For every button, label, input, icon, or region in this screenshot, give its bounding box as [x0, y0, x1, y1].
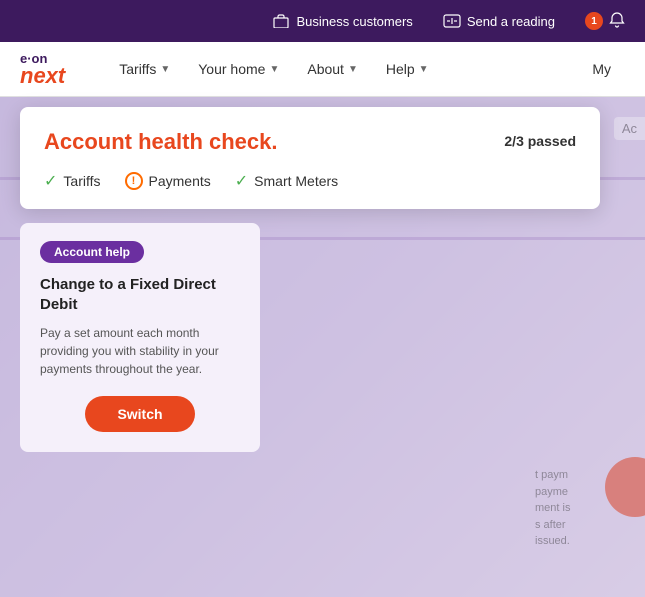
send-reading-link[interactable]: Send a reading — [443, 12, 555, 30]
nav-my[interactable]: My — [578, 61, 625, 77]
business-customers-link[interactable]: Business customers — [272, 12, 412, 30]
modal-overlay: Account health check. 2/3 passed ✓ Tarif… — [0, 97, 645, 597]
nav-your-home[interactable]: Your home ▼ — [184, 42, 293, 97]
tariffs-label: Tariffs — [119, 61, 156, 77]
check-icon-tariffs: ✓ — [44, 171, 57, 191]
smart-meters-health-label: Smart Meters — [254, 173, 338, 189]
send-reading-label: Send a reading — [467, 14, 555, 29]
health-check-title: Account health check. — [44, 129, 278, 155]
help-label: Help — [386, 61, 415, 77]
notifications-link[interactable]: 1 — [585, 12, 625, 31]
notification-badge: 1 — [585, 12, 603, 30]
business-customers-label: Business customers — [296, 14, 412, 29]
health-item-smart-meters: ✓ Smart Meters — [235, 171, 338, 191]
my-label: My — [592, 61, 611, 77]
health-items: ✓ Tariffs ! Payments ✓ Smart Meters — [44, 171, 576, 191]
health-check-card: Account health check. 2/3 passed ✓ Tarif… — [20, 107, 600, 209]
health-item-payments: ! Payments — [125, 172, 211, 190]
check-icon-smart-meters: ✓ — [235, 171, 248, 191]
health-header: Account health check. 2/3 passed — [44, 129, 576, 155]
payments-health-label: Payments — [149, 173, 211, 189]
about-label: About — [307, 61, 344, 77]
nav-tariffs[interactable]: Tariffs ▼ — [105, 42, 184, 97]
account-help-card: Account help Change to a Fixed Direct De… — [20, 223, 260, 452]
briefcase-icon — [272, 12, 290, 30]
help-chevron-icon: ▼ — [419, 64, 429, 75]
your-home-label: Your home — [198, 61, 265, 77]
help-card-desc: Pay a set amount each month providing yo… — [40, 324, 240, 378]
about-chevron-icon: ▼ — [348, 64, 358, 75]
switch-button[interactable]: Switch — [85, 396, 194, 432]
tariffs-chevron-icon: ▼ — [160, 64, 170, 75]
tariffs-health-label: Tariffs — [63, 173, 100, 189]
health-item-tariffs: ✓ Tariffs — [44, 171, 101, 191]
nav-items: Tariffs ▼ Your home ▼ About ▼ Help ▼ — [105, 42, 578, 97]
logo-next-text: next — [20, 65, 65, 87]
bell-icon — [609, 12, 625, 31]
nav-about[interactable]: About ▼ — [293, 42, 372, 97]
nav-help[interactable]: Help ▼ — [372, 42, 443, 97]
warn-icon-payments: ! — [125, 172, 143, 190]
nav-bar: e·on next Tariffs ▼ Your home ▼ About ▼ … — [0, 42, 645, 97]
passed-badge: 2/3 passed — [504, 133, 576, 149]
your-home-chevron-icon: ▼ — [269, 64, 279, 75]
logo[interactable]: e·on next — [20, 52, 65, 87]
top-bar: Business customers Send a reading 1 — [0, 0, 645, 42]
meter-icon — [443, 12, 461, 30]
help-card-title: Change to a Fixed Direct Debit — [40, 275, 240, 314]
account-help-badge: Account help — [40, 241, 144, 263]
